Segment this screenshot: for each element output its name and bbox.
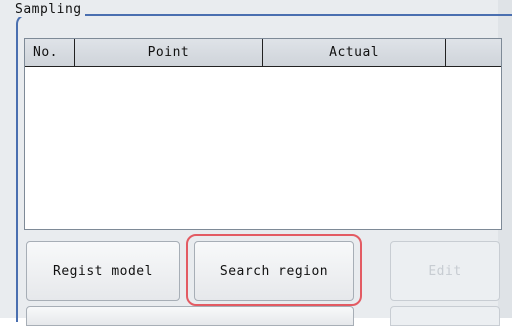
- sampling-list[interactable]: No. Point Actual: [24, 38, 502, 230]
- list-header: No. Point Actual: [25, 39, 501, 67]
- column-header-extra[interactable]: [446, 39, 501, 67]
- bottom-button-right[interactable]: [390, 306, 500, 326]
- search-region-button[interactable]: Search region: [194, 241, 354, 301]
- bottom-button-left[interactable]: [26, 306, 354, 326]
- column-header-point[interactable]: Point: [74, 39, 264, 67]
- column-header-actual[interactable]: Actual: [263, 39, 447, 67]
- edit-button[interactable]: Edit: [390, 241, 500, 301]
- groupbox-title: Sampling: [12, 2, 85, 17]
- regist-model-button[interactable]: Regist model: [26, 241, 180, 301]
- column-header-no[interactable]: No.: [25, 39, 75, 67]
